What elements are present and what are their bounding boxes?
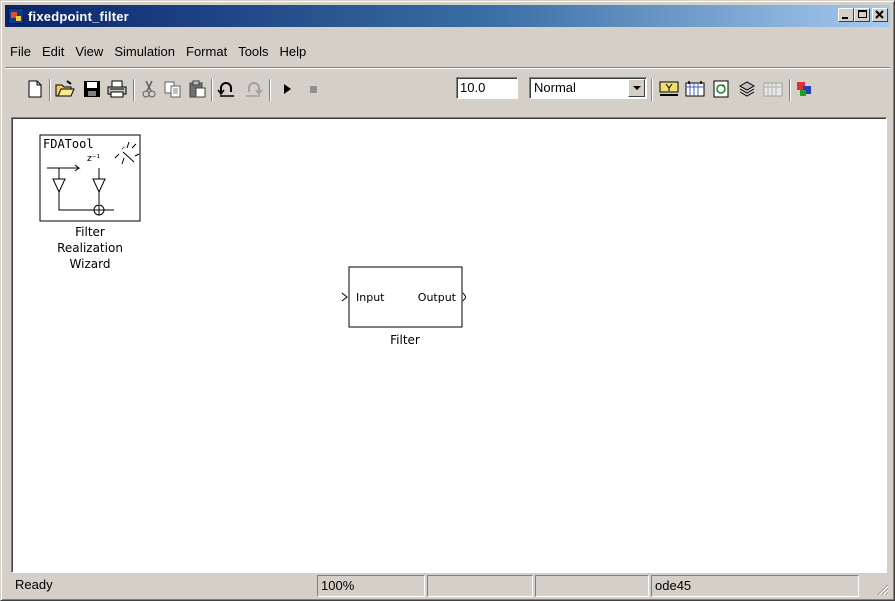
toolbar-separator xyxy=(133,79,135,101)
maximize-button[interactable] xyxy=(854,8,870,22)
model-explorer-button[interactable] xyxy=(763,79,783,99)
minimize-button[interactable] xyxy=(838,8,854,22)
start-simulation-button[interactable] xyxy=(277,79,297,99)
stop-simulation-icon xyxy=(310,86,317,93)
menu-simulation[interactable]: Simulation xyxy=(109,44,181,59)
model-explorer-icon xyxy=(763,82,783,97)
library-browser-button[interactable] xyxy=(737,79,757,99)
undo-button[interactable] xyxy=(217,79,237,99)
stop-simulation-button[interactable] xyxy=(303,79,323,99)
minimize-icon xyxy=(842,17,848,19)
simulink-app-icon[interactable] xyxy=(8,8,24,24)
toolbar-separator xyxy=(211,79,213,101)
output-port-arrow[interactable] xyxy=(462,292,466,302)
block-label-line: Wizard xyxy=(69,257,111,271)
status-bar: Ready 100% ode45 xyxy=(5,575,890,597)
menu-file[interactable]: File xyxy=(5,44,37,59)
cut-icon xyxy=(142,80,156,98)
status-solver: ode45 xyxy=(651,575,859,597)
filter-realization-wizard-label: Filter Realization Wizard xyxy=(30,224,150,272)
menu-tools[interactable]: Tools xyxy=(233,44,274,59)
status-zoom: 100% xyxy=(317,575,425,597)
filter-block-label: Filter xyxy=(390,333,420,347)
new-model-icon xyxy=(28,80,42,98)
menu-format[interactable]: Format xyxy=(181,44,233,59)
menu-bar: File Edit View Simulation Format Tools H… xyxy=(5,41,312,61)
new-model-button[interactable] xyxy=(25,79,45,99)
block-label-line: Realization xyxy=(57,241,123,255)
close-button[interactable] xyxy=(872,8,888,22)
stop-time-input[interactable]: 10.0 xyxy=(456,77,518,99)
menu-view[interactable]: View xyxy=(70,44,109,59)
paste-button[interactable] xyxy=(187,79,207,99)
print-button[interactable] xyxy=(107,79,127,99)
status-pane-3 xyxy=(427,575,533,597)
update-diagram-button[interactable] xyxy=(685,79,705,99)
cut-button[interactable] xyxy=(139,79,159,99)
menu-edit[interactable]: Edit xyxy=(37,44,70,59)
chevron-down-icon[interactable] xyxy=(628,79,645,97)
undo-icon xyxy=(217,82,234,97)
block-label-line: Filter xyxy=(75,225,105,239)
simulation-mode-value: Normal xyxy=(534,80,576,95)
save-icon xyxy=(84,81,100,97)
redo-icon xyxy=(246,82,263,97)
paste-icon xyxy=(189,80,206,98)
model-window: fixedpoint_filter File Edit View Simulat… xyxy=(0,0,895,601)
toolbar-divider xyxy=(5,67,890,69)
model-canvas[interactable]: FDATool z⁻¹ Filter Realization Wizard In… xyxy=(11,117,887,573)
simulation-mode-select[interactable]: Normal xyxy=(529,77,647,99)
resize-grip-icon[interactable] xyxy=(875,582,889,596)
refresh-icon xyxy=(713,80,729,98)
open-button[interactable] xyxy=(55,79,75,99)
title-bar[interactable]: fixedpoint_filter xyxy=(5,5,890,27)
input-port-label: Input xyxy=(356,291,385,304)
build-icon xyxy=(659,81,679,96)
output-port-label: Output xyxy=(418,291,457,304)
toolbar xyxy=(5,67,890,107)
filter-block[interactable]: Input Output xyxy=(338,266,466,332)
toolbar-separator xyxy=(269,79,271,101)
debugger-icon xyxy=(797,82,811,96)
close-icon xyxy=(875,10,884,19)
window-controls xyxy=(838,8,888,22)
fdatool-text: FDATool xyxy=(43,137,94,151)
filter-realization-wizard-block[interactable]: FDATool z⁻¹ xyxy=(39,134,141,224)
build-button[interactable] xyxy=(659,79,679,99)
copy-button[interactable] xyxy=(163,79,183,99)
library-browser-icon xyxy=(738,81,756,97)
refresh-button[interactable] xyxy=(711,79,731,99)
input-port-arrow[interactable] xyxy=(341,292,348,302)
print-icon xyxy=(107,80,127,98)
copy-icon xyxy=(164,81,181,98)
update-diagram-icon xyxy=(685,81,705,97)
window-title: fixedpoint_filter xyxy=(28,8,129,24)
save-button[interactable] xyxy=(82,79,102,99)
debugger-button[interactable] xyxy=(795,79,815,99)
menu-help[interactable]: Help xyxy=(275,44,313,59)
unit-delay-label: z⁻¹ xyxy=(87,154,100,164)
open-icon xyxy=(55,80,75,97)
start-simulation-icon xyxy=(284,84,291,94)
toolbar-separator xyxy=(49,79,51,101)
status-state: Ready xyxy=(15,577,53,592)
maximize-icon xyxy=(858,10,867,18)
redo-button[interactable] xyxy=(243,79,263,99)
status-pane-4 xyxy=(535,575,649,597)
